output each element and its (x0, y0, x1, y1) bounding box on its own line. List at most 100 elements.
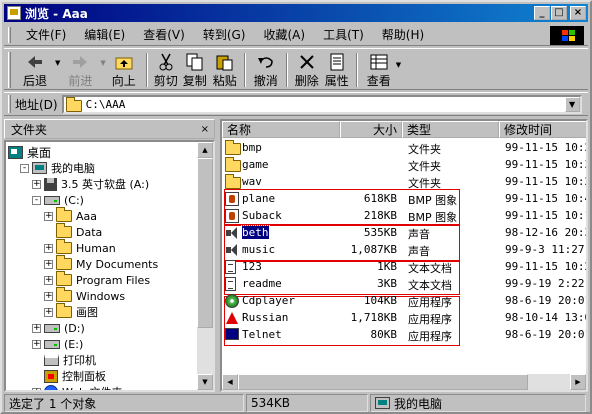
file-type: BMP 图象 (408, 211, 458, 224)
horizontal-scroll-thumb[interactable] (238, 374, 528, 390)
tree-item[interactable]: 桌面 (8, 144, 51, 160)
file-type: 文件夹 (408, 160, 441, 173)
file-row[interactable]: 123 1KB 文本文档 99-11-15 10:28 (222, 258, 586, 275)
menu-tools[interactable]: 工具(T) (314, 26, 373, 43)
scroll-right-button[interactable]: ▶ (570, 374, 586, 390)
tree-item-label: (D:) (64, 321, 85, 335)
column-header-name[interactable]: 名称 (222, 121, 340, 138)
scroll-thumb[interactable] (197, 158, 213, 328)
tree-item-label: Human (76, 241, 116, 255)
scroll-down-button[interactable]: ▼ (197, 374, 213, 390)
cut-button[interactable]: 剪切 (152, 49, 180, 89)
expand-icon[interactable]: + (32, 323, 41, 333)
column-header-modified[interactable]: 修改时间 (499, 121, 586, 138)
tree-item[interactable]: + Windows (44, 287, 125, 304)
file-row[interactable]: Cdplayer 104KB 应用程序 98-6-19 20:01 (222, 292, 586, 309)
address-dropdown-button[interactable]: ▼ (564, 96, 580, 112)
explorer-app-icon[interactable] (7, 6, 21, 20)
computer-icon (375, 397, 390, 409)
expand-icon[interactable]: + (32, 387, 41, 390)
title-bar[interactable]: 浏览 - Aaa _ □ × (4, 4, 588, 22)
expand-icon[interactable]: + (44, 259, 53, 269)
tree-item[interactable]: + Program Files (44, 271, 150, 288)
scroll-left-button[interactable]: ◀ (222, 374, 238, 390)
properties-button[interactable]: 属性 (322, 49, 352, 89)
file-row[interactable]: wav 文件夹 99-11-15 10:20 (222, 173, 586, 190)
address-grip[interactable] (8, 95, 11, 113)
menu-edit[interactable]: 编辑(E) (75, 26, 134, 43)
expand-icon[interactable]: + (44, 307, 53, 317)
maximize-button[interactable]: □ (551, 6, 567, 20)
address-input[interactable]: C:\AAA ▼ (61, 94, 582, 114)
tree-item[interactable]: + Aaa (44, 207, 97, 224)
expand-icon[interactable]: + (44, 275, 53, 285)
close-button[interactable]: × (570, 6, 586, 20)
tree-item-label: 3.5 英寸软盘 (A:) (61, 178, 150, 191)
tree-item[interactable]: + (D:) (32, 320, 85, 336)
file-name: Cdplayer (242, 294, 295, 307)
file-row[interactable]: Suback 218KB BMP 图象 99-11-15 10:15 (222, 207, 586, 224)
tree-item[interactable]: + Web 文件夹 (32, 384, 122, 390)
file-row[interactable]: beth 535KB 声音 98-12-16 20:34 (222, 224, 586, 241)
toolbar-grip[interactable] (8, 52, 11, 88)
tree-item[interactable]: - (C:) (32, 192, 84, 208)
file-row[interactable]: music 1,087KB 声音 99-9-3 11:27 (222, 241, 586, 258)
tree-item[interactable]: + Human (44, 239, 116, 256)
file-list: 名称 大小 类型 修改时间 ◀ ▶ bmp 文件夹 99-11-15 10:20 ga… (220, 119, 588, 392)
file-type: 应用程序 (408, 313, 452, 326)
forward-button[interactable]: 前进 (60, 49, 100, 89)
file-row[interactable]: Russian 1,718KB 应用程序 98-10-14 13:02 (222, 309, 586, 326)
delete-button[interactable]: 删除 (292, 49, 322, 89)
file-modified: 99-9-19 2:22 (505, 277, 585, 290)
up-button[interactable]: 向上 (106, 49, 142, 89)
web-icon (44, 385, 58, 390)
menu-favorites[interactable]: 收藏(A) (254, 26, 314, 43)
file-modified: 98-6-19 20:01 (505, 294, 588, 307)
tree-item[interactable]: + My Documents (44, 255, 158, 272)
telnet-file-icon (225, 328, 239, 340)
collapse-icon[interactable]: - (20, 163, 29, 173)
tree-item[interactable]: - 我的电脑 (20, 160, 95, 176)
paste-button[interactable]: 粘贴 (210, 49, 240, 89)
menu-grip[interactable] (8, 26, 11, 43)
menu-help[interactable]: 帮助(H) (373, 26, 433, 43)
expand-icon[interactable]: + (32, 179, 41, 189)
column-header-size[interactable]: 大小 (340, 121, 402, 138)
menu-file[interactable]: 文件(F) (17, 26, 75, 43)
folder-icon (56, 239, 72, 254)
expand-icon[interactable]: + (44, 243, 53, 253)
file-row[interactable]: Telnet 80KB 应用程序 98-6-19 20:01 (222, 326, 586, 343)
expand-icon[interactable]: + (44, 211, 53, 221)
expand-icon[interactable]: + (32, 339, 41, 349)
copy-button[interactable]: 复制 (180, 49, 210, 89)
folders-pane-close-button[interactable]: × (201, 124, 209, 135)
back-button[interactable]: 后退 (15, 49, 55, 89)
file-row[interactable]: plane 618KB BMP 图象 99-11-15 10:42 (222, 190, 586, 207)
tree-item[interactable]: 控制面板 (32, 368, 106, 384)
up-label: 向上 (111, 74, 136, 88)
file-row[interactable]: game 文件夹 99-11-15 10:31 (222, 156, 586, 173)
tree-item[interactable]: +3.5 英寸软盘 (A:) (32, 176, 149, 192)
file-row[interactable]: readme 3KB 文本文档 99-9-19 2:22 (222, 275, 586, 292)
tree-item[interactable]: 打印机 (32, 352, 96, 368)
scroll-up-button[interactable]: ▲ (197, 142, 213, 158)
column-header-type[interactable]: 类型 (402, 121, 499, 138)
view-dropdown-icon[interactable]: ▼ (396, 61, 401, 69)
tree-item-label: (E:) (64, 337, 84, 351)
collapse-icon[interactable]: - (32, 195, 41, 205)
file-type: BMP 图象 (408, 194, 458, 207)
menu-go[interactable]: 转到(G) (194, 26, 255, 43)
expand-icon[interactable]: + (44, 291, 53, 301)
floppy-icon (44, 177, 57, 191)
tree-item[interactable]: + (E:) (32, 336, 83, 352)
view-button[interactable]: 查看 (362, 49, 396, 89)
window-title: 浏览 - Aaa (25, 6, 88, 21)
file-list-horizontal-scrollbar[interactable]: ◀ ▶ (222, 374, 586, 390)
tree-item[interactable]: + 画图 (44, 303, 98, 320)
minimize-button[interactable]: _ (534, 6, 550, 20)
tree-item[interactable]: Data (44, 223, 102, 240)
undo-button[interactable]: 撤消 (250, 49, 282, 89)
file-row[interactable]: bmp 文件夹 99-11-15 10:20 (222, 139, 586, 156)
folder-tree-scrollbar[interactable]: ▲ ▼ (197, 142, 213, 390)
menu-view[interactable]: 查看(V) (134, 26, 194, 43)
